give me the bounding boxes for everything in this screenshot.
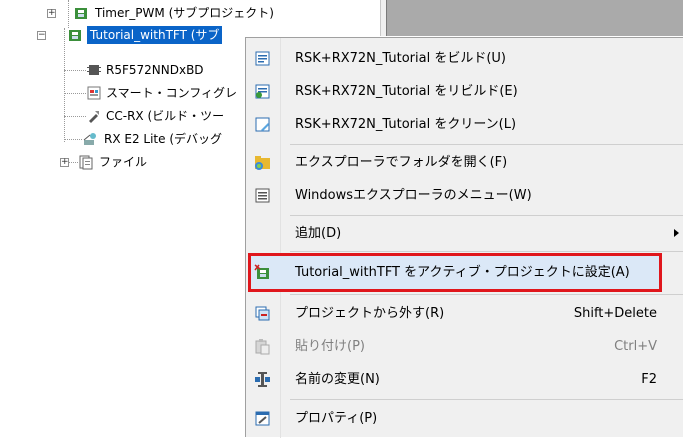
menu-item-build[interactable]: RSK+RX72N_Tutorial をビルド(U) xyxy=(246,42,683,75)
menu-item-label: エクスプローラでフォルダを開く(F) xyxy=(295,155,508,170)
menu-item-shortcut: Ctrl+V xyxy=(614,339,657,354)
menu-item-shortcut: F2 xyxy=(641,372,657,387)
menu-item-label: RSK+RX72N_Tutorial をクリーン(L) xyxy=(295,117,517,132)
smart-config-icon xyxy=(87,86,101,100)
project-icon xyxy=(69,30,81,41)
menu-separator xyxy=(290,399,683,400)
project-icon xyxy=(75,8,87,19)
folder-icon xyxy=(79,155,93,170)
build-tool-icon xyxy=(89,111,99,123)
menu-item-open-folder[interactable]: エクスプローラでフォルダを開く(F) xyxy=(246,146,683,179)
menu-item-properties[interactable]: プロパティ(P) xyxy=(246,402,683,435)
chip-icon xyxy=(87,65,101,75)
tree-item-files[interactable]: + ファイル xyxy=(60,153,220,171)
menu-item-label: 貼り付け(P) xyxy=(295,339,365,354)
menu-item-clean[interactable]: RSK+RX72N_Tutorial をクリーン(L) xyxy=(246,108,683,141)
debugger-icon xyxy=(83,133,96,145)
tree-item-label: RX E2 Lite (デバッグ xyxy=(104,132,223,146)
explorer-menu-icon xyxy=(255,188,270,203)
menu-item-shortcut: Shift+Delete xyxy=(573,306,657,321)
submenu-arrow-icon xyxy=(674,229,679,237)
menu-separator xyxy=(290,251,683,252)
tree-item-debugger[interactable]: RX E2 Lite (デバッグ xyxy=(82,130,242,148)
clean-icon xyxy=(255,117,270,132)
tree-item-label: Tutorial_withTFT (サブ xyxy=(87,26,223,44)
menu-item-label: 名前の変更(N) xyxy=(295,372,380,387)
rename-icon xyxy=(255,372,270,387)
context-menu: RSK+RX72N_Tutorial をビルド(U) RSK+RX72N_Tut… xyxy=(245,37,683,438)
tree-connector xyxy=(64,93,86,94)
menu-item-remove-from-project[interactable]: プロジェクトから外す(R) Shift+Delete xyxy=(246,297,683,330)
menu-item-paste[interactable]: 貼り付け(P) Ctrl+V xyxy=(246,330,683,363)
menu-item-add[interactable]: 追加(D) xyxy=(246,217,683,250)
menu-separator xyxy=(290,294,683,295)
tree-connector xyxy=(64,70,86,71)
active-project-icon xyxy=(254,264,269,279)
properties-icon xyxy=(255,411,270,426)
menu-item-label: Windowsエクスプローラのメニュー(W) xyxy=(295,188,532,203)
expand-icon[interactable]: + xyxy=(47,9,56,18)
tree-item-build-tool[interactable]: CC-RX (ビルド・ツー xyxy=(86,107,246,125)
menu-item-rebuild[interactable]: RSK+RX72N_Tutorial をリビルド(E) xyxy=(246,75,683,108)
tree-item-label: スマート・コンフィグレ xyxy=(106,86,238,100)
build-icon xyxy=(255,51,270,66)
tree-item-label: ファイル xyxy=(99,155,148,169)
tree-item-timer-pwm[interactable]: + Timer_PWM (サブプロジェクト) xyxy=(45,4,375,22)
tree-connector xyxy=(64,116,86,117)
tree-connector xyxy=(64,28,65,142)
tree-item-device[interactable]: R5F572NNDxBD xyxy=(86,61,246,79)
tree-item-label: Timer_PWM (サブプロジェクト) xyxy=(95,6,274,20)
menu-item-label: Tutorial_withTFT をアクティブ・プロジェクトに設定(A) xyxy=(295,265,630,280)
menu-item-explorer-menu[interactable]: Windowsエクスプローラのメニュー(W) xyxy=(246,179,683,212)
menu-item-label: プロジェクトから外す(R) xyxy=(295,306,445,321)
menu-item-label: RSK+RX72N_Tutorial をリビルド(E) xyxy=(295,84,518,99)
open-folder-icon xyxy=(255,156,270,170)
menu-separator xyxy=(290,144,683,145)
tree-connector xyxy=(64,139,82,140)
remove-project-icon xyxy=(255,306,270,321)
expand-icon[interactable]: + xyxy=(60,158,69,167)
menu-item-label: プロパティ(P) xyxy=(295,411,378,426)
tree-item-label: R5F572NNDxBD xyxy=(106,63,204,77)
tree-item-smart-config[interactable]: スマート・コンフィグレ xyxy=(86,84,246,102)
menu-item-rename[interactable]: 名前の変更(N) F2 xyxy=(246,363,683,396)
menu-item-label: 追加(D) xyxy=(295,226,342,241)
menu-separator xyxy=(290,215,683,216)
paste-icon xyxy=(255,339,270,355)
collapse-icon[interactable]: − xyxy=(37,31,46,40)
menu-item-set-active-project[interactable]: Tutorial_withTFT をアクティブ・プロジェクトに設定(A) xyxy=(246,256,683,289)
tree-item-label: CC-RX (ビルド・ツー xyxy=(106,109,225,123)
rebuild-icon xyxy=(255,84,270,99)
menu-item-label: RSK+RX72N_Tutorial をビルド(U) xyxy=(295,51,506,66)
editor-pane xyxy=(386,0,683,36)
